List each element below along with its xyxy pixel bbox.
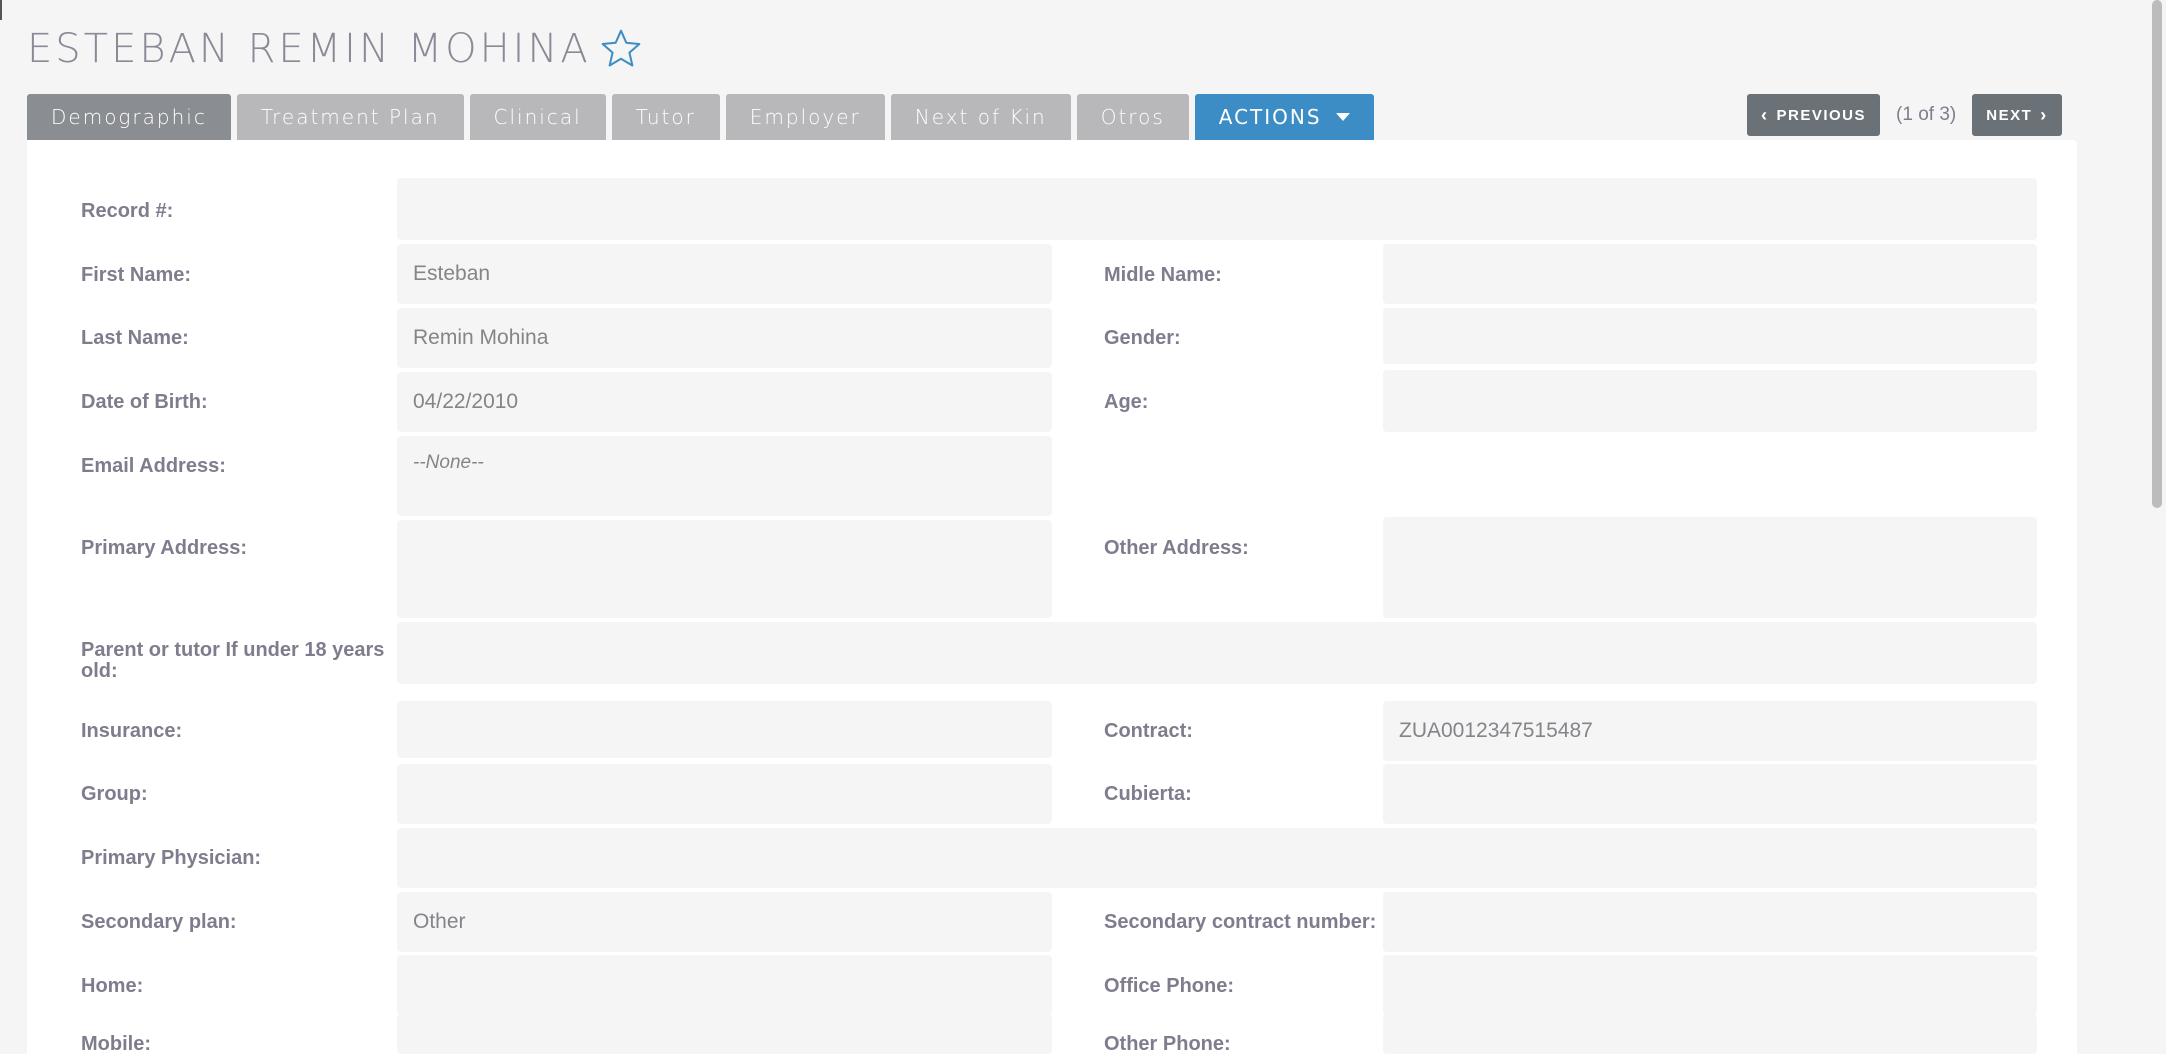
- first-name-field[interactable]: Esteban: [397, 244, 1052, 304]
- group-label: Group:: [81, 783, 148, 805]
- tab-bar: Demographic Treatment Plan Clinical Tuto…: [27, 94, 1380, 140]
- secondary-plan-label: Secondary plan:: [81, 911, 237, 933]
- secondary-contract-field[interactable]: [1383, 892, 2037, 952]
- last-name-field[interactable]: Remin Mohina: [397, 308, 1052, 368]
- tab-employer[interactable]: Employer: [725, 94, 885, 140]
- tab-treatment-plan[interactable]: Treatment Plan: [236, 94, 464, 140]
- tab-label: Tutor: [635, 105, 696, 129]
- contract-label: Contract:: [1104, 720, 1193, 742]
- other-address-field[interactable]: [1383, 517, 2037, 618]
- scrollbar-thumb[interactable]: [2152, 0, 2162, 508]
- insurance-label: Insurance:: [81, 720, 183, 742]
- age-label: Age:: [1104, 391, 1149, 413]
- text-cursor: [0, 0, 2, 20]
- tab-label: Treatment Plan: [260, 105, 440, 129]
- home-phone-field[interactable]: [397, 955, 1052, 1015]
- secondary-plan-field[interactable]: Other: [397, 892, 1052, 952]
- record-count: (1 of 3): [1896, 104, 1957, 125]
- primary-address-label: Primary Address:: [81, 537, 247, 559]
- age-field[interactable]: [1383, 370, 2037, 432]
- primary-address-field[interactable]: [397, 520, 1052, 618]
- scrollbar-track[interactable]: [2148, 0, 2166, 1054]
- chevron-left-icon: ‹: [1761, 104, 1769, 125]
- tab-label: Employer: [749, 105, 861, 129]
- gender-label: Gender:: [1104, 327, 1181, 349]
- cubierta-label: Cubierta:: [1104, 783, 1192, 805]
- tab-label: Demographic: [51, 105, 207, 129]
- office-phone-label: Office Phone:: [1104, 975, 1235, 997]
- tab-demographic[interactable]: Demographic: [27, 94, 231, 140]
- group-field[interactable]: [397, 764, 1052, 824]
- first-name-label: First Name:: [81, 264, 192, 286]
- middle-name-label: Midle Name:: [1104, 264, 1222, 286]
- other-address-label: Other Address:: [1104, 537, 1249, 559]
- gender-field[interactable]: [1383, 308, 2037, 364]
- title-row: ESTEBAN REMIN MOHINA: [27, 24, 643, 74]
- next-button[interactable]: NEXT ›: [1972, 94, 2062, 136]
- caret-down-icon: [1335, 113, 1350, 121]
- cubierta-field[interactable]: [1383, 764, 2037, 824]
- mobile-field[interactable]: [397, 1014, 1052, 1054]
- other-phone-field[interactable]: [1383, 1014, 2037, 1054]
- dob-field[interactable]: 04/22/2010: [397, 372, 1052, 432]
- last-name-label: Last Name:: [81, 327, 189, 349]
- actions-dropdown-button[interactable]: ACTIONS: [1194, 94, 1374, 140]
- next-label: NEXT: [1986, 106, 2033, 124]
- primary-physician-field[interactable]: [397, 828, 2037, 888]
- actions-label: ACTIONS: [1218, 105, 1322, 129]
- primary-physician-label: Primary Physician:: [81, 847, 262, 869]
- tab-next-of-kin[interactable]: Next of Kin: [890, 94, 1071, 140]
- tab-label: Clinical: [493, 105, 582, 129]
- email-field[interactable]: --None--: [397, 436, 1052, 516]
- star-outline-icon-svg: [601, 29, 641, 67]
- home-phone-label: Home:: [81, 975, 144, 997]
- star-outline-icon[interactable]: [599, 27, 643, 71]
- parent-tutor-label: Parent or tutor If under 18 years old:: [81, 639, 385, 682]
- tab-label: Otros: [1100, 105, 1165, 129]
- mobile-label: Mobile:: [81, 1033, 151, 1054]
- middle-name-field[interactable]: [1383, 244, 2037, 304]
- contract-field[interactable]: ZUA0012347515487: [1383, 701, 2037, 761]
- secondary-contract-label: Secondary contract number:: [1104, 911, 1377, 933]
- record-pager: ‹ PREVIOUS (1 of 3) NEXT ›: [1747, 94, 2062, 136]
- tab-label: Next of Kin: [914, 105, 1047, 129]
- office-phone-field[interactable]: [1383, 955, 2037, 1015]
- tab-otros[interactable]: Otros: [1076, 94, 1189, 140]
- record-no-label: Record #:: [81, 200, 174, 222]
- chevron-right-icon: ›: [2040, 104, 2048, 125]
- parent-tutor-field[interactable]: [397, 622, 2037, 684]
- dob-label: Date of Birth:: [81, 391, 208, 413]
- page-title: ESTEBAN REMIN MOHINA: [27, 26, 591, 72]
- insurance-field[interactable]: [397, 701, 1052, 758]
- tab-clinical[interactable]: Clinical: [469, 94, 606, 140]
- tab-tutor[interactable]: Tutor: [611, 94, 720, 140]
- detail-panel: Record #: First Name: Esteban Midle Name…: [27, 140, 2077, 1054]
- previous-label: PREVIOUS: [1776, 106, 1867, 124]
- email-label: Email Address:: [81, 455, 226, 477]
- record-no-field[interactable]: [397, 178, 2037, 240]
- previous-button[interactable]: ‹ PREVIOUS: [1747, 94, 1881, 136]
- other-phone-label: Other Phone:: [1104, 1033, 1231, 1054]
- record-detail-page: ESTEBAN REMIN MOHINA Demographic Treatme…: [0, 0, 2166, 1054]
